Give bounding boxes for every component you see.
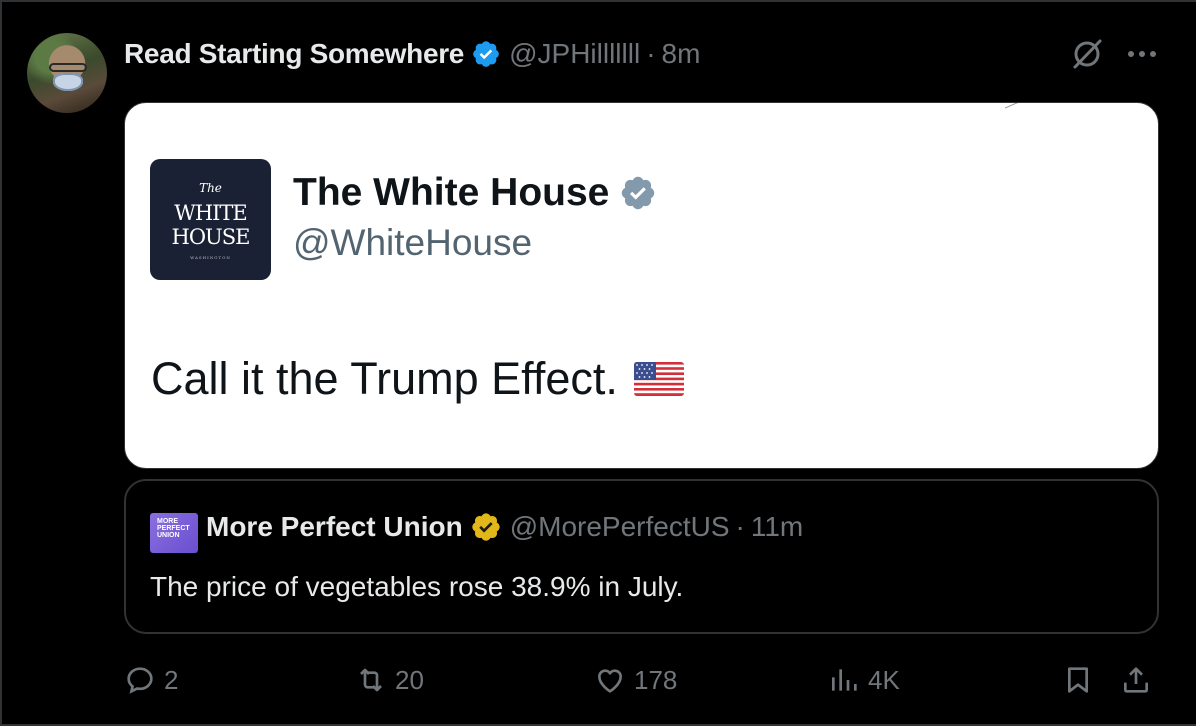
us-flag-icon bbox=[633, 362, 684, 396]
repost-icon bbox=[360, 668, 382, 692]
grok-icon[interactable] bbox=[1070, 37, 1104, 71]
author-avatar[interactable] bbox=[27, 33, 107, 113]
views-count: 4K bbox=[868, 664, 900, 695]
bookmark-icon bbox=[1068, 667, 1088, 693]
reply-count: 2 bbox=[164, 664, 179, 695]
like-count: 178 bbox=[634, 664, 678, 695]
share-icon bbox=[1124, 667, 1148, 693]
quoted-text: The price of vegetables rose 38.9% in Ju… bbox=[150, 571, 684, 602]
gray-verified-badge-icon bbox=[622, 176, 655, 210]
heart-icon bbox=[598, 669, 622, 693]
avatar-glasses bbox=[49, 63, 87, 72]
quoted-timestamp[interactable]: 11m bbox=[751, 511, 803, 543]
gold-verified-badge-icon[interactable] bbox=[470, 511, 502, 543]
author-name[interactable]: Read Starting Somewhere bbox=[124, 38, 464, 70]
embedded-account-handle: @WhiteHouse bbox=[293, 222, 533, 263]
reply-button[interactable]: 2 bbox=[124, 662, 178, 698]
quoted-handle[interactable]: @MorePerfectUS bbox=[510, 511, 730, 543]
quoted-avatar[interactable]: MORE PERFECT UNION bbox=[150, 513, 198, 553]
quoted-separator: · bbox=[735, 511, 745, 542]
like-button[interactable]: 178 bbox=[594, 662, 677, 698]
embedded-post-text-content: Call it the Trump Effect. bbox=[151, 353, 618, 404]
embedded-account-name: The White House bbox=[293, 171, 657, 215]
embedded-screenshot-image[interactable]: The WHITE HOUSE WASHINGTON The White Hou… bbox=[124, 102, 1159, 469]
verified-badge-icon[interactable] bbox=[471, 39, 501, 69]
quoted-header: More Perfect Union @MorePerfectUS · 11m bbox=[206, 511, 803, 543]
avatar-mask bbox=[53, 73, 83, 91]
author-handle[interactable]: @JPHilllllll bbox=[509, 38, 640, 70]
repost-button[interactable]: 20 bbox=[355, 662, 424, 698]
embedded-account-name-text: The White House bbox=[293, 171, 610, 214]
repost-count: 20 bbox=[395, 664, 424, 695]
header-separator: · bbox=[646, 38, 656, 69]
tweet-header: Read Starting Somewhere @JPHilllllll · 8… bbox=[124, 34, 700, 74]
quoted-author-name[interactable]: More Perfect Union bbox=[206, 511, 463, 543]
logo-the: The bbox=[199, 181, 222, 195]
tweet-timestamp[interactable]: 8m bbox=[662, 38, 701, 70]
share-button[interactable] bbox=[1120, 662, 1160, 698]
white-house-logo: The WHITE HOUSE WASHINGTON bbox=[150, 159, 271, 280]
embedded-post-text: Call it the Trump Effect. bbox=[151, 353, 684, 405]
bookmark-button[interactable] bbox=[1062, 662, 1102, 698]
tweet-card[interactable]: Read Starting Somewhere @JPHilllllll · 8… bbox=[0, 0, 1196, 726]
reply-icon bbox=[127, 667, 153, 694]
analytics-icon bbox=[832, 669, 857, 691]
logo-line2: HOUSE bbox=[171, 225, 251, 249]
quoted-tweet[interactable]: MORE PERFECT UNION More Perfect Union @M… bbox=[124, 479, 1159, 634]
views-button[interactable]: 4K bbox=[828, 662, 900, 698]
logo-sub: WASHINGTON bbox=[190, 255, 231, 260]
more-options-icon[interactable] bbox=[1125, 42, 1159, 66]
logo-line1: WHITE bbox=[174, 201, 248, 225]
image-artifact bbox=[1005, 103, 1018, 109]
